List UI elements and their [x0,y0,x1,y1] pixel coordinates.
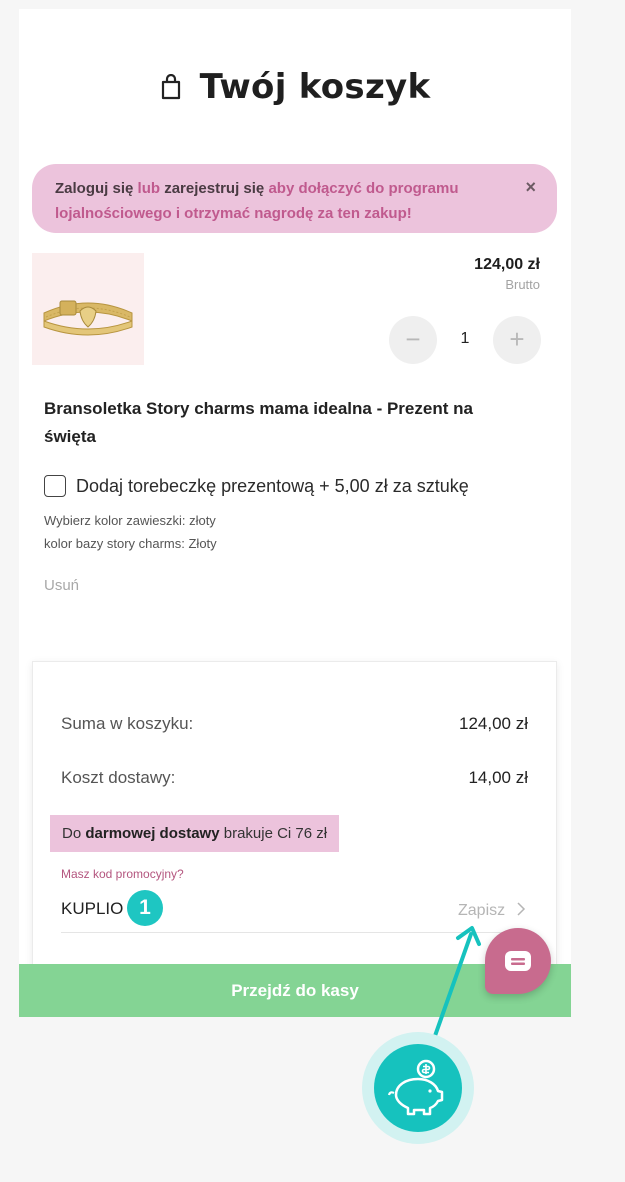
cart-header: Twój koszyk [19,61,571,113]
shipping-value: 14,00 zł [468,768,528,787]
free-shipping-prefix: Do [62,825,82,842]
chat-icon [505,951,531,971]
gift-bag-label[interactable]: Dodaj torebeczkę prezentową + 5,00 zł za… [76,476,469,497]
promo-code-input[interactable]: KUPLIO [61,899,123,919]
bracelet-image [32,253,144,365]
quantity-stepper: − 1 + [389,316,541,366]
shipping-label: Koszt dostawy: [61,768,176,787]
chat-button[interactable] [485,928,551,994]
subtotal-row: Suma w koszyku: 124,00 zł [61,714,528,734]
quantity-value[interactable]: 1 [443,330,487,348]
subtotal-value: 124,00 zł [459,714,528,733]
save-promo-label: Zapisz [458,902,506,919]
increase-quantity-button[interactable]: + [493,316,541,364]
item-price-block: 124,00 zł Brutto [474,256,540,292]
gift-bag-option[interactable]: Dodaj torebeczkę prezentową + 5,00 zł za… [44,475,469,497]
loyalty-banner: Zaloguj się lub zarejestruj się aby dołą… [32,164,557,233]
page-title: Twój koszyk [199,67,431,107]
save-promo-button[interactable]: Zapisz [458,902,526,920]
remove-item-link[interactable]: Usuń [44,577,79,594]
piggy-bank-icon [387,1059,444,1116]
piggy-bank-badge [362,1032,474,1144]
subtotal-label: Suma w koszyku: [61,714,194,733]
free-shipping-bold: darmowej dostawy [85,825,220,842]
item-option-charm-color: Wybierz kolor zawieszki: złoty [44,513,216,528]
gift-bag-checkbox[interactable] [44,475,66,497]
register-link[interactable]: zarejestruj się [164,180,264,197]
cart-panel: Twój koszyk Zaloguj się lub zarejestruj … [19,9,571,1017]
shipping-row: Koszt dostawy: 14,00 zł [61,768,528,788]
close-icon[interactable]: × [525,175,536,200]
item-price: 124,00 zł [474,256,540,273]
promo-underline [61,932,528,933]
item-option-base-color: kolor bazy story charms: Złoty [44,536,217,551]
decrease-quantity-button[interactable]: − [389,316,437,364]
cart-summary: Suma w koszyku: 124,00 zł Koszt dostawy:… [32,661,557,971]
promo-code-label: Masz kod promocyjny? [61,867,184,881]
login-link[interactable]: Zaloguj się [55,180,133,197]
step-badge: 1 [127,890,163,926]
shopping-bag-icon [161,74,180,100]
price-note: Brutto [505,277,540,292]
product-name[interactable]: Bransoletka Story charms mama idealna - … [44,395,524,451]
product-image[interactable] [32,253,144,365]
free-shipping-notice: Do darmowej dostawy brakuje Ci 76 zł [50,815,340,852]
chevron-right-icon [517,902,525,916]
loyalty-or: lub [137,180,161,197]
free-shipping-suffix: brakuje Ci 76 zł [223,825,328,842]
